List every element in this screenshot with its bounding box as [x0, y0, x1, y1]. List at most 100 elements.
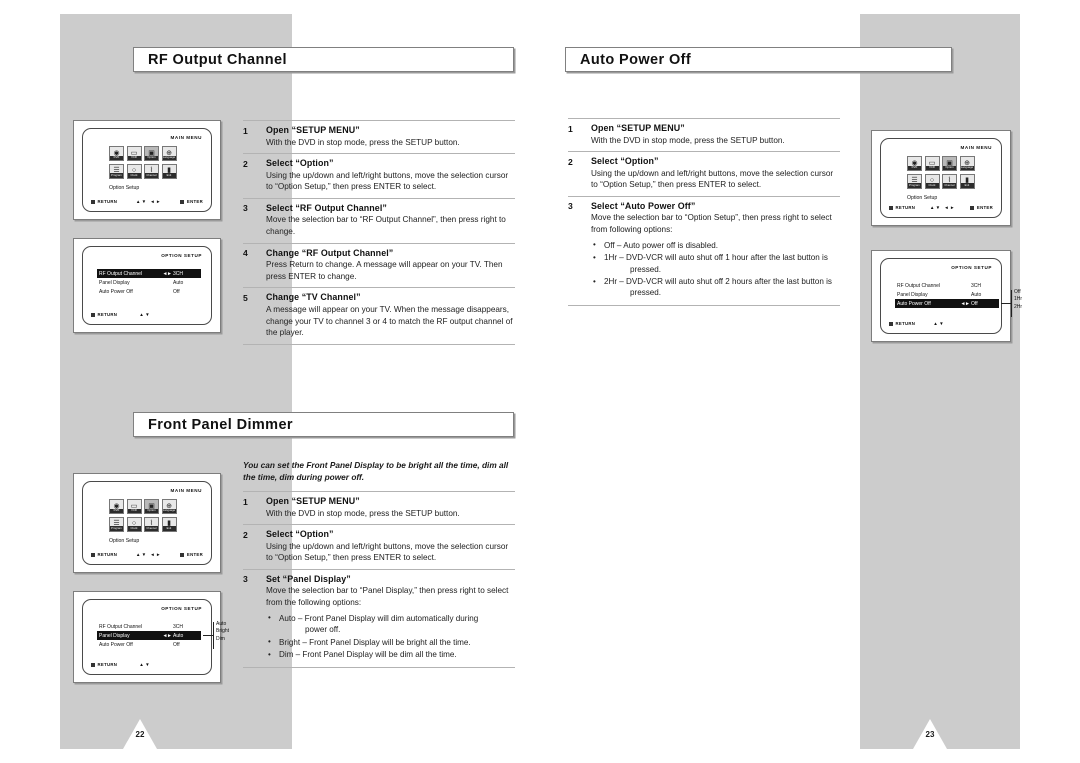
manual-spread: RF Output Channel Front Panel Dimmer Aut…: [0, 0, 1080, 763]
step-body: Select “RF Output Channel” Move the selec…: [266, 203, 515, 238]
osd-arrow-keys: ▲▼: [139, 662, 151, 667]
osd-dvd-disc-icon[interactable]: ◉ DVD: [109, 146, 124, 161]
osd-icon-caption: Exit: [162, 526, 176, 531]
osd-option-monitor-icon[interactable]: ▣ Option: [942, 156, 957, 171]
step-heading: Select “RF Output Channel”: [266, 202, 387, 213]
step-number: 2: [568, 156, 573, 167]
step-number: 3: [568, 201, 573, 212]
step-item: 3 Set “Panel Display” Move the selection b…: [243, 568, 515, 668]
osd-option-monitor-icon[interactable]: ▣ Option: [144, 146, 159, 161]
osd-option-name: Panel Display: [897, 291, 928, 298]
osd-footer: RETURN ▲▼ ◄► ENTER: [889, 205, 993, 210]
step-number: 4: [243, 248, 248, 259]
osd-exit-door-icon[interactable]: ▮ Exit: [959, 173, 975, 189]
osd-language-globe-icon[interactable]: ⊕ Language: [959, 156, 975, 171]
osd-exit-door-icon[interactable]: ▮ Exit: [161, 163, 177, 179]
step-bullet-continuation: pressed.: [630, 288, 662, 298]
osd-option-row[interactable]: Auto Power Off ◄► Off: [895, 299, 999, 308]
osd-language-globe-icon[interactable]: ⊕ Language: [161, 499, 177, 514]
step-item: 5 Change “TV Channel” A message will appea…: [243, 287, 515, 345]
osd-icon-caption: DVD: [110, 155, 123, 160]
osd-option-row[interactable]: Auto Power Off Off: [97, 287, 201, 296]
osd-return-icon: [91, 552, 95, 557]
osd-icon-grid: ◉ DVD ▭ VCR ▣ Option ⊕ Language ☰ Program ○ Clock ⌇ C…: [109, 499, 177, 532]
step-bullet-item: Dim – Front Panel Display will be dim al…: [266, 649, 515, 660]
step-bullet-item: Off – Auto power off is disabled.: [591, 239, 840, 251]
osd-clock-icon[interactable]: ○ Clock: [924, 173, 940, 189]
osd-icon-caption: Clock: [127, 526, 141, 531]
osd-option-row[interactable]: RF Output Channel 3CH: [97, 622, 201, 631]
osd-icon-caption: Clock: [127, 173, 141, 178]
osd-clock-icon[interactable]: ○ Clock: [126, 516, 142, 532]
osd-channel-antenna-icon[interactable]: ⌇ Channel: [942, 173, 957, 189]
osd-enter-icon: [180, 199, 185, 204]
osd-option-name: Auto Power Off: [99, 288, 133, 295]
osd-vcr-tape-icon[interactable]: ▭ VCR: [126, 146, 142, 161]
section-title-front-panel-dimmer: Front Panel Dimmer: [133, 412, 514, 437]
osd-callout-bracket: [1011, 290, 1012, 317]
osd-return-label: RETURN: [97, 662, 118, 667]
osd-left-right-marker-icon: ◄►: [162, 270, 172, 277]
osd-icon-caption: Program: [110, 526, 123, 531]
osd-callout-leader-line: [1001, 303, 1011, 304]
osd-icon-caption: DVD: [908, 165, 921, 170]
osd-program-list-icon[interactable]: ☰ Program: [109, 163, 124, 179]
osd-clock-icon[interactable]: ○ Clock: [126, 163, 142, 179]
osd-channel-antenna-icon[interactable]: ⌇ Channel: [144, 163, 159, 179]
osd-title: OPTION SETUP: [951, 265, 992, 270]
osd-option-monitor-icon[interactable]: ▣ Option: [144, 499, 159, 514]
osd-icon-caption: VCR: [127, 155, 141, 160]
osd-exit-door-icon[interactable]: ▮ Exit: [161, 516, 177, 532]
osd-option-value: 3CH: [971, 282, 982, 289]
osd-enter-icon: [970, 205, 975, 210]
osd-icon-caption: Channel: [943, 183, 956, 188]
osd-icon-caption: Language: [162, 155, 176, 160]
step-heading: Change “TV Channel”: [266, 292, 361, 303]
osd-option-row[interactable]: RF Output Channel ◄► 3CH: [97, 269, 201, 278]
osd-option-row[interactable]: Auto Power Off Off: [97, 640, 201, 649]
bottom-white-band: [0, 749, 1080, 763]
step-body: Open “SETUP MENU” With the DVD in stop mo…: [591, 123, 840, 146]
step-bullet-item: Bright – Front Panel Display will be bri…: [266, 636, 515, 648]
osd-dvd-disc-icon[interactable]: ◉ DVD: [109, 499, 124, 514]
step-description: Press Return to change. A message will a…: [266, 260, 503, 281]
osd-arrow-keys: ▲▼ ◄►: [135, 199, 162, 204]
osd-option-name: RF Output Channel: [99, 623, 143, 630]
osd-program-list-icon[interactable]: ☰ Program: [907, 173, 922, 189]
osd-enter-label: ENTER: [186, 199, 203, 204]
step-heading: Select “Auto Power Off”: [591, 200, 696, 211]
step-item: 3 Select “RF Output Channel” Move the sele…: [243, 197, 515, 243]
osd-title: MAIN MENU: [960, 145, 992, 150]
osd-vcr-tape-icon[interactable]: ▭ VCR: [126, 499, 142, 514]
front-panel-dimmer-intro: You can set the Front Panel Display to b…: [243, 460, 509, 483]
osd-vcr-tape-icon[interactable]: ▭ VCR: [924, 156, 940, 171]
osd-left-right-marker-icon: ◄►: [162, 632, 172, 639]
osd-return-icon: [889, 321, 893, 326]
osd-icon-caption: Exit: [960, 183, 974, 188]
osd-option-row[interactable]: Panel Display Auto: [97, 278, 201, 287]
step-number: 3: [243, 574, 248, 585]
osd-footer: RETURN ▲▼: [889, 321, 993, 326]
step-body: Select “Option” Using the up/down and lef…: [266, 158, 515, 193]
step-bullet-item: 2Hr – DVD-VCR will auto shut off 2 hours…: [591, 276, 840, 298]
osd-screen-option-setup-rf: OPTION SETUP RF Output Channel ◄► 3CH Panel …: [73, 238, 221, 333]
step-description: With the DVD in stop mode, press the SET…: [266, 508, 460, 518]
section-title-text: Front Panel Dimmer: [148, 416, 293, 433]
osd-option-row[interactable]: RF Output Channel 3CH: [895, 281, 999, 290]
osd-callout-options: Auto Bright Dim: [216, 621, 229, 643]
osd-title: MAIN MENU: [170, 135, 202, 140]
osd-channel-antenna-icon[interactable]: ⌇ Channel: [144, 516, 159, 532]
step-description: Using the up/down and left/right buttons…: [591, 168, 834, 190]
osd-option-name: Panel Display: [99, 632, 130, 639]
osd-program-list-icon[interactable]: ☰ Program: [109, 516, 124, 532]
osd-language-globe-icon[interactable]: ⊕ Language: [161, 146, 177, 161]
step-heading: Select “Option”: [266, 529, 334, 540]
step-body: Set “Panel Display” Move the selection ba…: [266, 574, 515, 662]
left-margin-white: [0, 0, 60, 763]
osd-dvd-disc-icon[interactable]: ◉ DVD: [907, 156, 922, 171]
osd-option-value: Auto: [971, 291, 982, 298]
step-item: 2 Select “Option” Using the up/down and le…: [243, 524, 515, 569]
osd-icon-caption: Language: [162, 508, 176, 513]
osd-option-row[interactable]: Panel Display ◄► Auto: [97, 631, 201, 640]
osd-option-row[interactable]: Panel Display Auto: [895, 290, 999, 299]
